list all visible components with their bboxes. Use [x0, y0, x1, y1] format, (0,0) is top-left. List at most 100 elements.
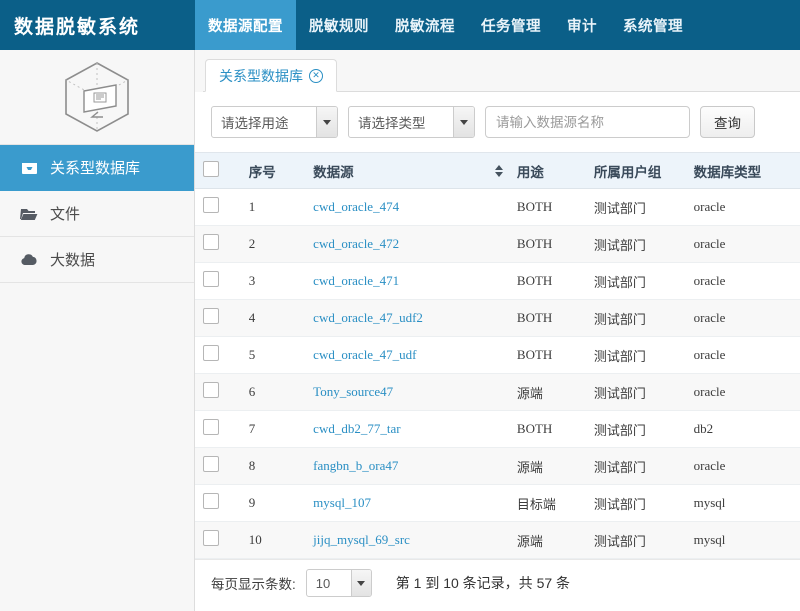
- sidebar-item-label: 大数据: [50, 252, 96, 269]
- tabstrip-edge: [195, 50, 203, 92]
- chevron-down-icon[interactable]: [453, 107, 474, 137]
- row-checkbox[interactable]: [203, 197, 219, 213]
- row-usage: BOTH: [508, 225, 586, 263]
- sidebar-item-label: 文件: [50, 206, 81, 223]
- datasource-link[interactable]: fangbn_b_ora47: [313, 458, 398, 473]
- row-dbtype: oracle: [685, 336, 800, 374]
- close-icon[interactable]: ✕: [309, 68, 323, 83]
- sidebar-item-bigdata[interactable]: 大数据: [0, 237, 194, 283]
- sort-icon[interactable]: [494, 164, 503, 177]
- row-usage: 源端: [508, 447, 586, 485]
- table-body: 1 cwd_oracle_474 BOTH 测试部门 oracle 2 cwd_…: [195, 188, 800, 559]
- datasource-link[interactable]: jijq_mysql_69_src: [313, 532, 410, 547]
- datasource-link[interactable]: cwd_db2_77_tar: [313, 421, 400, 436]
- table-row[interactable]: 7 cwd_db2_77_tar BOTH 测试部门 db2: [195, 410, 800, 448]
- row-usage: BOTH: [508, 299, 586, 337]
- row-index: 7: [240, 410, 306, 448]
- row-dbtype: mysql: [685, 521, 800, 559]
- type-select-value: 请选择类型: [358, 116, 426, 131]
- nav-item-system-management[interactable]: 系统管理: [610, 0, 696, 50]
- table-row[interactable]: 8 fangbn_b_ora47 源端 测试部门 oracle: [195, 447, 800, 485]
- datasource-link[interactable]: Tony_source47: [313, 384, 393, 399]
- row-dbtype: mysql: [685, 484, 800, 522]
- chevron-down-icon[interactable]: [316, 107, 337, 137]
- page-size-label: 每页显示条数:: [211, 577, 296, 592]
- hexagon-monitor-logo-icon: [65, 62, 129, 132]
- nav-item-audit[interactable]: 审计: [554, 0, 610, 50]
- row-dbtype: db2: [685, 410, 800, 448]
- type-select[interactable]: 请选择类型: [348, 106, 475, 138]
- row-checkbox-cell: [195, 225, 241, 263]
- panel-body: 请选择用途 请选择类型 查询 序号: [195, 92, 800, 611]
- row-checkbox[interactable]: [203, 493, 219, 509]
- row-dbtype: oracle: [685, 299, 800, 337]
- tab-label: 关系型数据库: [219, 67, 303, 84]
- content-area: 关系型数据库 ✕ 请选择用途 请选择类型 查询: [195, 50, 800, 611]
- table-head: 序号 数据源 用途 所属用户组 数据库类型: [195, 152, 800, 189]
- chevron-down-icon[interactable]: [350, 570, 371, 596]
- sidebar: 关系型数据库 文件 大数据: [0, 50, 195, 611]
- row-checkbox[interactable]: [203, 382, 219, 398]
- row-usergroup: 测试部门: [585, 188, 686, 226]
- main-nav: 数据源配置 脱敏规则 脱敏流程 任务管理 审计 系统管理: [195, 0, 696, 50]
- page-size-select[interactable]: 10: [305, 569, 372, 597]
- query-button[interactable]: 查询: [700, 106, 755, 138]
- row-usergroup: 测试部门: [585, 447, 686, 485]
- th-select-all: [195, 152, 241, 189]
- row-index: 6: [240, 373, 306, 411]
- row-usergroup: 测试部门: [585, 336, 686, 374]
- row-index: 10: [240, 521, 306, 559]
- filter-bar: 请选择用途 请选择类型 查询: [195, 92, 800, 152]
- select-all-checkbox[interactable]: [203, 161, 219, 177]
- datasource-link[interactable]: mysql_107: [313, 495, 371, 510]
- purpose-select[interactable]: 请选择用途: [211, 106, 338, 138]
- row-checkbox[interactable]: [203, 345, 219, 361]
- search-input[interactable]: [485, 106, 690, 138]
- tab-relational-db[interactable]: 关系型数据库 ✕: [205, 59, 337, 92]
- datasource-link[interactable]: cwd_oracle_47_udf: [313, 347, 416, 362]
- table-row[interactable]: 3 cwd_oracle_471 BOTH 测试部门 oracle: [195, 262, 800, 300]
- table-row[interactable]: 10 jijq_mysql_69_src 源端 测试部门 mysql: [195, 521, 800, 559]
- sidebar-item-file[interactable]: 文件: [0, 191, 194, 237]
- nav-item-datasource-config[interactable]: 数据源配置: [195, 0, 296, 50]
- th-datasource[interactable]: 数据源: [305, 152, 509, 189]
- table-row[interactable]: 9 mysql_107 目标端 测试部门 mysql: [195, 484, 800, 522]
- datasource-link[interactable]: cwd_oracle_472: [313, 236, 399, 251]
- row-usage: 目标端: [508, 484, 586, 522]
- nav-item-masking-process[interactable]: 脱敏流程: [382, 0, 468, 50]
- table-row[interactable]: 5 cwd_oracle_47_udf BOTH 测试部门 oracle: [195, 336, 800, 374]
- row-index: 4: [240, 299, 306, 337]
- row-checkbox[interactable]: [203, 530, 219, 546]
- app-root: 数据脱敏系统 数据源配置 脱敏规则 脱敏流程 任务管理 审计 系统管理 关系型数…: [0, 0, 800, 611]
- th-usergroup: 所属用户组: [585, 152, 686, 189]
- table-row[interactable]: 4 cwd_oracle_47_udf2 BOTH 测试部门 oracle: [195, 299, 800, 337]
- datasource-link[interactable]: cwd_oracle_47_udf2: [313, 310, 423, 325]
- table-row[interactable]: 1 cwd_oracle_474 BOTH 测试部门 oracle: [195, 188, 800, 226]
- th-datasource-label: 数据源: [313, 164, 354, 180]
- pagination-bar: 每页显示条数: 10 第 1 到 10 条记录，共 57 条: [195, 559, 800, 597]
- row-checkbox-cell: [195, 484, 241, 522]
- row-checkbox[interactable]: [203, 271, 219, 287]
- row-dbtype: oracle: [685, 373, 800, 411]
- row-index: 1: [240, 188, 306, 226]
- folder-open-icon: [20, 206, 46, 222]
- row-checkbox[interactable]: [203, 419, 219, 435]
- row-checkbox[interactable]: [203, 234, 219, 250]
- table-row[interactable]: 2 cwd_oracle_472 BOTH 测试部门 oracle: [195, 225, 800, 263]
- sidebar-item-relational-db[interactable]: 关系型数据库: [0, 145, 194, 191]
- nav-item-masking-rules[interactable]: 脱敏规则: [296, 0, 382, 50]
- row-index: 9: [240, 484, 306, 522]
- row-checkbox[interactable]: [203, 308, 219, 324]
- tab-strip: 关系型数据库 ✕: [195, 50, 800, 92]
- nav-item-task-management[interactable]: 任务管理: [468, 0, 554, 50]
- record-info: 第 1 到 10 条记录，共 57 条: [395, 575, 571, 591]
- row-checkbox-cell: [195, 447, 241, 485]
- row-usergroup: 测试部门: [585, 521, 686, 559]
- row-checkbox[interactable]: [203, 456, 219, 472]
- table-row[interactable]: 6 Tony_source47 源端 测试部门 oracle: [195, 373, 800, 411]
- datasource-link[interactable]: cwd_oracle_474: [313, 199, 399, 214]
- row-usergroup: 测试部门: [585, 484, 686, 522]
- datasource-link[interactable]: cwd_oracle_471: [313, 273, 399, 288]
- row-dbtype: oracle: [685, 188, 800, 226]
- row-checkbox-cell: [195, 188, 241, 226]
